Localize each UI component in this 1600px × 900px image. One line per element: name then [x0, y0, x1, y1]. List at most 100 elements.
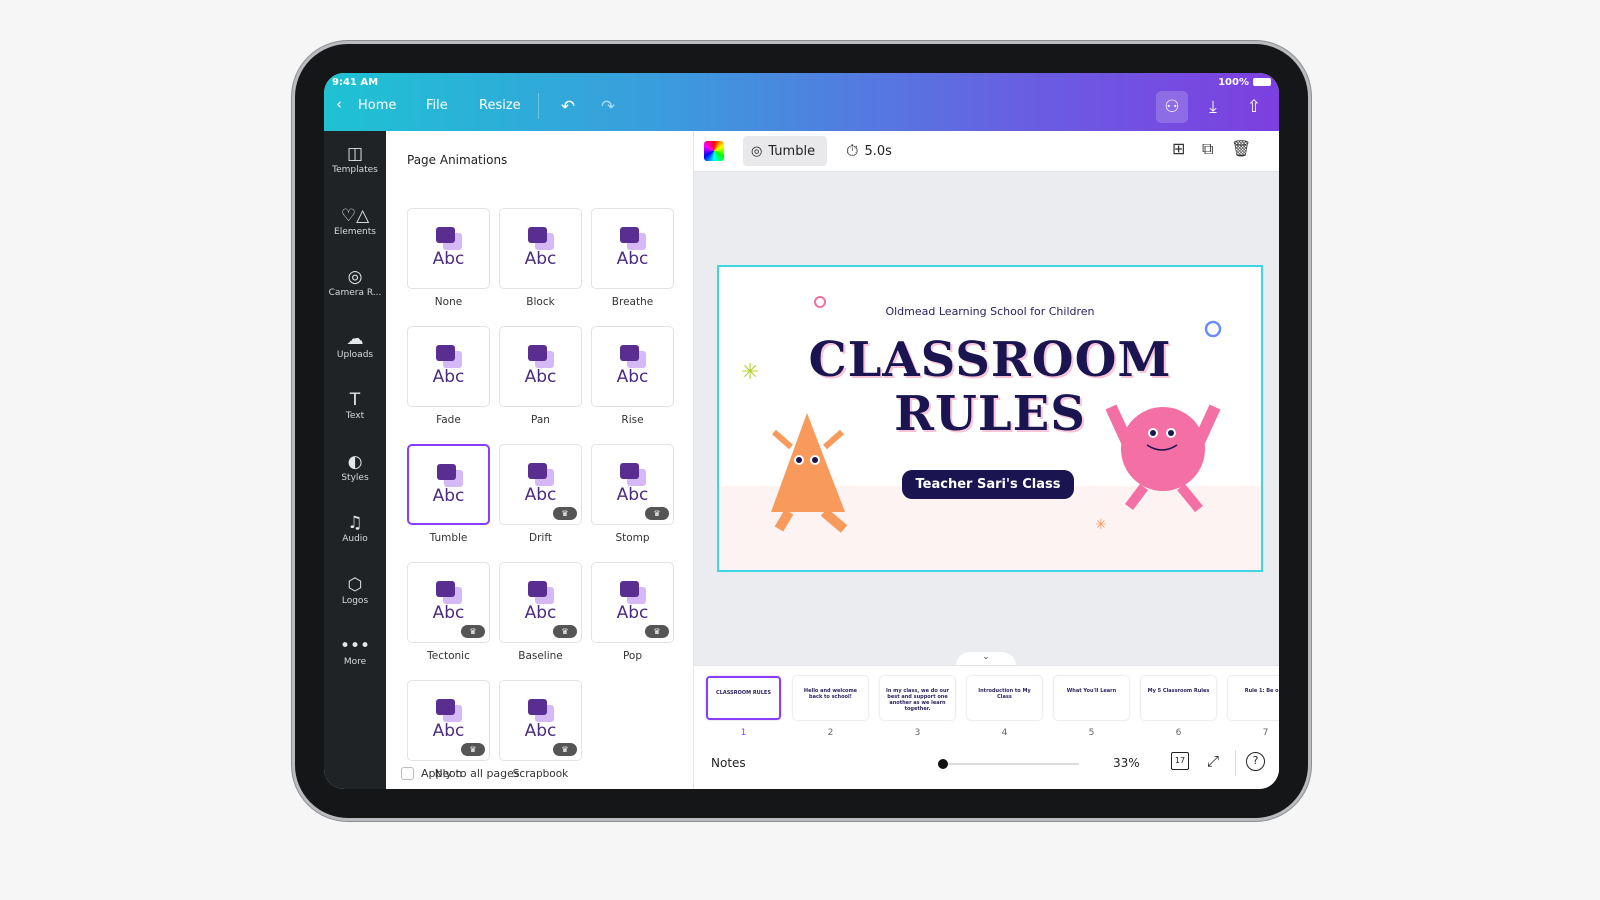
animation-tectonic[interactable]: Abc ♛ [407, 562, 490, 643]
sidebar-item-label: Camera R... [328, 288, 382, 298]
page-thumbnail[interactable]: Rule 1: Be on t [1228, 676, 1279, 720]
animation-sample-text: Abc [524, 485, 557, 505]
sidebar-item-text[interactable]: T Text [324, 389, 386, 421]
animation-button[interactable]: ◎ Tumble [743, 136, 827, 166]
help-icon[interactable]: ? [1246, 752, 1265, 771]
page-thumbnail[interactable]: Hello and welcome back to school! [793, 676, 868, 720]
resize-button[interactable]: Resize [479, 98, 521, 113]
image-preview-icon [436, 227, 455, 243]
page-thumbnail[interactable]: My 5 Classroom Rules [1141, 676, 1216, 720]
animation-block[interactable]: Abc [499, 208, 582, 289]
download-icon[interactable]: ⤓ [1197, 91, 1229, 123]
sidebar-item-audio[interactable]: ♫ Audio [324, 512, 386, 544]
page-number: 1 [740, 728, 747, 738]
page-thumbnail[interactable]: Introduction to My Class [967, 676, 1042, 720]
animation-none[interactable]: Abc [407, 208, 490, 289]
sidebar-item-templates[interactable]: ◫ Templates [324, 143, 386, 175]
animation-label: Tumble [768, 143, 816, 159]
pink-swirl-deco [814, 296, 826, 308]
animation-tumble[interactable]: Abc [407, 444, 490, 525]
image-preview-icon [528, 345, 547, 361]
image-preview-icon [528, 581, 547, 597]
page-number: 4 [1001, 728, 1008, 738]
animation-label: Tumble [429, 532, 468, 544]
sidebar-item-uploads[interactable]: ☁ Uploads [324, 328, 386, 360]
animation-baseline[interactable]: Abc ♛ [499, 562, 582, 643]
color-picker-button[interactable] [704, 141, 724, 161]
page-number: 3 [914, 728, 921, 738]
animation-breathe[interactable]: Abc [591, 208, 674, 289]
animation-sample-text: Abc [432, 486, 465, 506]
thumbnail-text: Hello and welcome back to school! [803, 688, 858, 700]
animation-rise[interactable]: Abc [591, 326, 674, 407]
sidebar-item-camera-r[interactable]: ◎ Camera R... [324, 266, 386, 298]
image-preview-icon [528, 227, 547, 243]
animation-neon[interactable]: Abc ♛ [407, 680, 490, 761]
timer-icon: ⏱ [846, 141, 859, 160]
chevron-left-icon[interactable]: ‹ [336, 95, 342, 113]
animation-drift[interactable]: Abc ♛ [499, 444, 582, 525]
page-thumbnail[interactable]: CLASSROOM RULES [706, 676, 781, 720]
animation-sample-text: Abc [432, 721, 465, 741]
add-page-icon[interactable]: ⊞ [1172, 139, 1185, 158]
page-number: 2 [827, 728, 834, 738]
animation-label: Baseline [518, 650, 563, 662]
animation-sample-text: Abc [524, 367, 557, 387]
share-people-icon[interactable]: ⚇ [1156, 91, 1188, 123]
crown-icon: ♛ [461, 743, 485, 756]
animation-sample-text: Abc [432, 603, 465, 623]
image-preview-icon [436, 345, 455, 361]
undo-icon[interactable]: ↶ [552, 91, 584, 123]
collapse-pages-chevron-icon[interactable]: ⌄ [956, 652, 1016, 666]
page-thumbnail[interactable]: What You'll Learn [1054, 676, 1129, 720]
sidebar-item-label: Templates [332, 165, 378, 175]
page-thumbnail[interactable]: In my class, we do our best and support … [880, 676, 955, 720]
duration-button[interactable]: ⏱ 5.0s [846, 136, 892, 166]
home-button[interactable]: Home [358, 98, 396, 113]
page-count-button[interactable]: 17 [1171, 752, 1189, 770]
delete-page-icon[interactable]: 🗑 [1231, 139, 1251, 158]
duplicate-page-icon[interactable]: ⧉ [1202, 139, 1213, 159]
sidebar-item-more[interactable]: ••• More [324, 635, 386, 667]
zoom-slider[interactable] [943, 763, 1079, 765]
slide-1[interactable]: Oldmead Learning School for Children CLA… [717, 265, 1263, 572]
status-time: 9:41 AM [332, 77, 379, 88]
sidebar-icon: ••• [339, 636, 371, 656]
animation-label: Breathe [611, 296, 654, 308]
export-icon[interactable]: ⇧ [1238, 91, 1270, 123]
sidebar-item-elements[interactable]: ♡△ Elements [324, 205, 386, 237]
sidebar-item-styles[interactable]: ◐ Styles [324, 451, 386, 483]
sidebar-icon: ♫ [347, 513, 363, 533]
thumbnail-text: In my class, we do our best and support … [886, 688, 949, 712]
file-menu[interactable]: File [426, 98, 448, 113]
fullscreen-icon[interactable]: ⤢ [1207, 752, 1219, 770]
crown-icon: ♛ [645, 507, 669, 520]
status-battery: 100% [1218, 77, 1249, 88]
zoom-level: 33% [1113, 756, 1140, 770]
image-preview-icon [620, 345, 639, 361]
divider [1235, 750, 1236, 776]
footer-bar: Notes 33% 17 ⤢ ? [694, 740, 1279, 789]
redo-icon[interactable]: ↷ [592, 91, 624, 123]
animation-label: Block [526, 296, 555, 308]
animation-fade[interactable]: Abc [407, 326, 490, 407]
zoom-slider-handle[interactable] [938, 759, 948, 769]
image-preview-icon [620, 581, 639, 597]
sidebar-item-logos[interactable]: ⬡ Logos [324, 574, 386, 606]
animation-pan[interactable]: Abc [499, 326, 582, 407]
sidebar-item-label: Text [345, 411, 365, 421]
animation-label: Drift [529, 532, 552, 544]
animation-label: Rise [621, 414, 644, 426]
canvas-area: Oldmead Learning School for Children CLA… [694, 172, 1279, 666]
animation-stomp[interactable]: Abc ♛ [591, 444, 674, 525]
orange-star-deco: ✳ [1095, 517, 1107, 533]
notes-button[interactable]: Notes [711, 756, 746, 770]
image-preview-icon [528, 463, 547, 479]
animation-pop[interactable]: Abc ♛ [591, 562, 674, 643]
panel-title: Page Animations [407, 153, 508, 167]
animation-label: Neon [434, 768, 463, 780]
animation-scrapbook[interactable]: Abc ♛ [499, 680, 582, 761]
sidebar-item-label: Uploads [336, 349, 374, 360]
image-preview-icon [620, 227, 639, 243]
sidebar-icon: ♡△ [340, 205, 370, 226]
